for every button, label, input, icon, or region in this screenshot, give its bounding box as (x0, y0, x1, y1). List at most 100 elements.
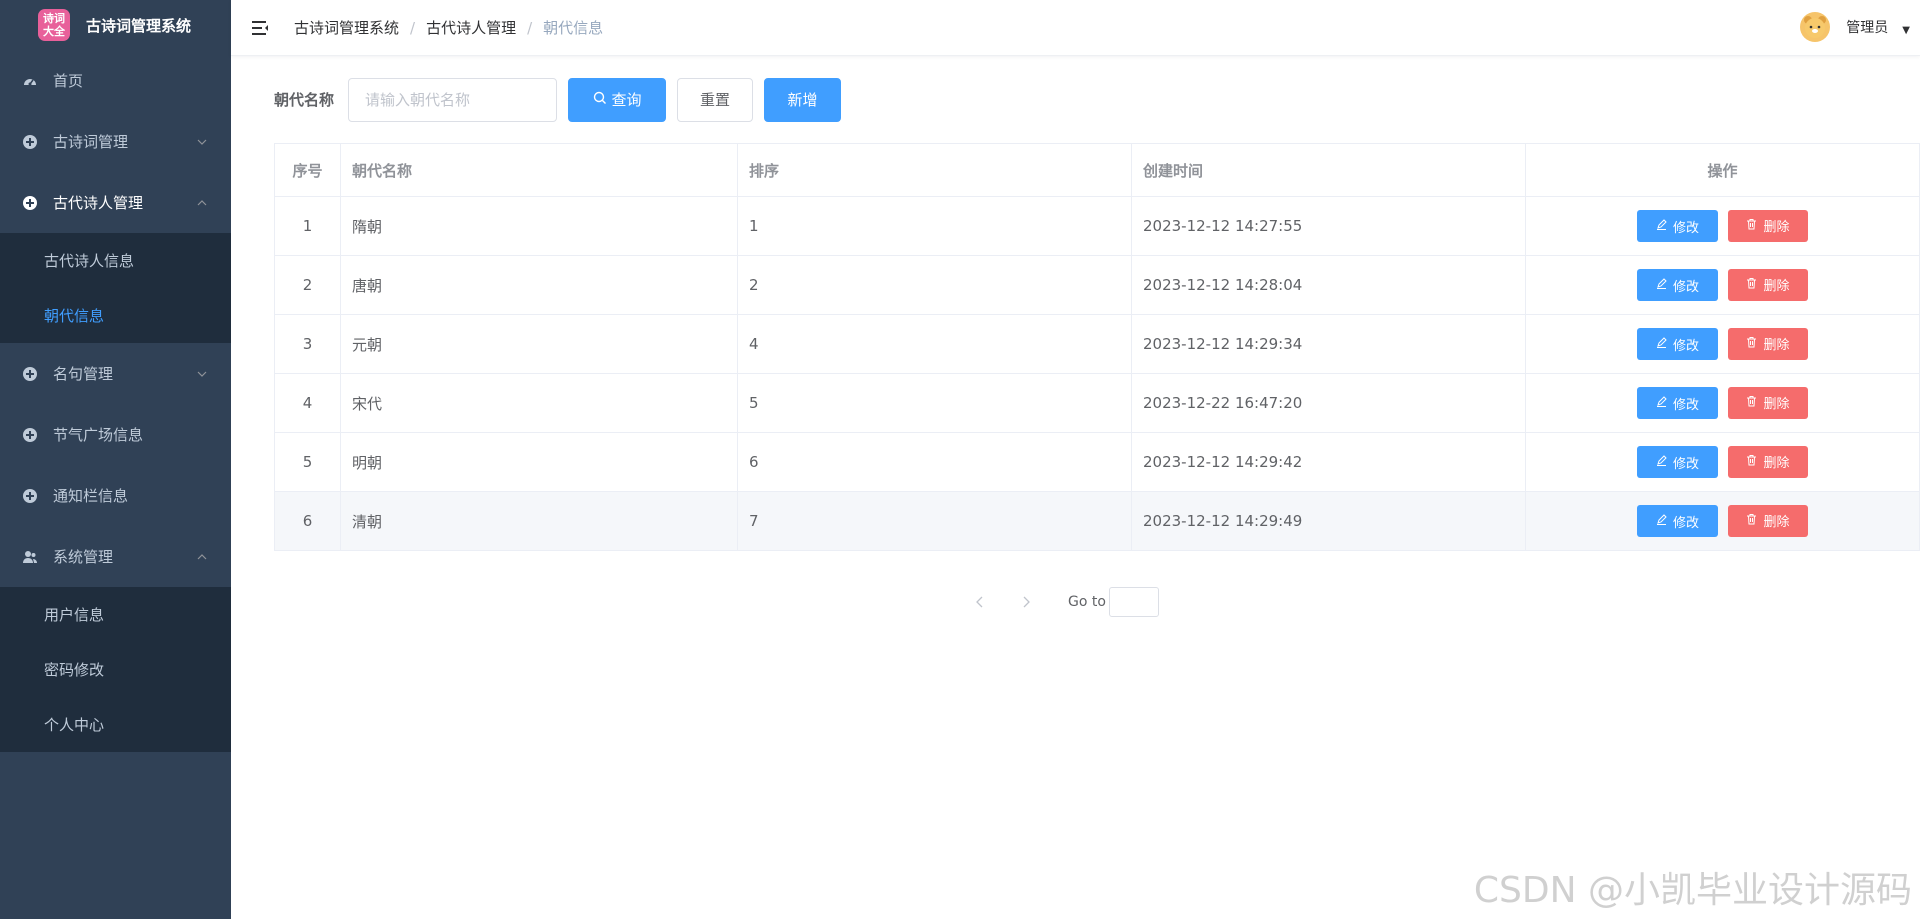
avatar[interactable] (1800, 12, 1831, 42)
dynasty-name-input[interactable] (348, 77, 558, 122)
sidebar-item-label: 通知栏信息 (53, 487, 129, 505)
caret-down-icon[interactable]: ▼ (1902, 25, 1910, 36)
edit-button-label: 修改 (1672, 338, 1699, 354)
edit-button[interactable]: 修改 (1637, 210, 1718, 243)
breadcrumb-item[interactable]: 古代诗人管理 (426, 17, 516, 38)
sidebar-item-label: 名句管理 (53, 365, 114, 383)
sidebar-item-password[interactable]: 密码修改 (0, 642, 231, 697)
circle-plus-icon (21, 194, 39, 212)
next-page-icon[interactable] (1011, 587, 1041, 617)
edit-button[interactable]: 修改 (1637, 505, 1718, 538)
cell-ops: 修改 删除 (1525, 373, 1920, 433)
sidebar-item-poets[interactable]: 古代诗人管理 (0, 172, 231, 233)
cell-sort: 2 (737, 255, 1132, 315)
breadcrumb-current: 朝代信息 (543, 19, 604, 37)
table-row: 5 明朝 6 2023-12-12 14:29:42 修改 删除 (274, 432, 1920, 492)
cell-ops: 修改 删除 (1525, 255, 1920, 315)
sidebar-item-solar-terms[interactable]: 节气广场信息 (0, 404, 231, 465)
submenu-system: 用户信息 密码修改 个人中心 (0, 587, 231, 752)
trash-icon (1746, 395, 1757, 410)
edit-icon (1656, 514, 1667, 528)
trash-icon (1746, 336, 1757, 351)
breadcrumb-item[interactable]: 古诗词管理系统 (294, 17, 399, 38)
sidebar-item-system[interactable]: 系统管理 (0, 526, 231, 587)
sidebar-item-users[interactable]: 用户信息 (0, 587, 231, 642)
dashboard-icon (21, 72, 39, 90)
sidebar-item-quotes[interactable]: 名句管理 (0, 343, 231, 404)
delete-button[interactable]: 删除 (1728, 327, 1808, 360)
user-dropdown[interactable]: 管理员 ▼ (1800, 12, 1910, 42)
query-button[interactable]: 查询 (568, 77, 667, 122)
sidebar-item-home[interactable]: 首页 (0, 50, 231, 111)
column-header-time: 创建时间 (1131, 143, 1526, 197)
circle-plus-icon (21, 133, 39, 151)
circle-plus-icon (21, 487, 39, 505)
table-row: 6 清朝 7 2023-12-12 14:29:49 修改 删除 (274, 491, 1920, 551)
edit-button[interactable]: 修改 (1637, 387, 1718, 420)
edit-icon (1656, 455, 1667, 469)
edit-icon (1656, 278, 1667, 292)
edit-button[interactable]: 修改 (1637, 446, 1718, 479)
main-content: 朝代名称 查询 重置 新增 序号 朝代名称 排序 创建时间 操作 1隋朝1202… (231, 56, 1920, 919)
dynasty-table: 序号 朝代名称 排序 创建时间 操作 1 隋朝 1 2023-12-12 14:27:… (274, 143, 1920, 551)
trash-icon (1746, 277, 1757, 292)
prev-page-icon[interactable] (965, 587, 995, 617)
delete-button[interactable]: 删除 (1728, 445, 1808, 478)
cell-no: 3 (274, 314, 341, 374)
cell-ops: 修改 删除 (1525, 491, 1920, 551)
submenu-poets: 古代诗人信息 朝代信息 (0, 233, 231, 343)
goto-page: Go to (1068, 587, 1159, 617)
search-label: 朝代名称 (274, 91, 335, 109)
edit-icon (1656, 337, 1667, 351)
edit-button-label: 修改 (1672, 515, 1699, 531)
app-logo: 诗词 大全 (38, 9, 70, 41)
sidebar-item-notices[interactable]: 通知栏信息 (0, 465, 231, 526)
cell-sort: 1 (737, 196, 1132, 256)
logo-area[interactable]: 诗词 大全 古诗词管理系统 (0, 0, 231, 50)
cell-time: 2023-12-12 14:28:04 (1131, 255, 1526, 315)
cell-ops: 修改 删除 (1525, 196, 1920, 256)
hamburger-icon[interactable] (250, 19, 270, 37)
sidebar: 诗词 大全 古诗词管理系统 首页 古诗词管理 古代诗人管理 古代诗人信息 朝代信… (0, 0, 231, 919)
sidebar-item-dynasty-info[interactable]: 朝代信息 (0, 288, 231, 343)
delete-button[interactable]: 删除 (1728, 209, 1808, 242)
cell-sort: 5 (737, 373, 1132, 433)
cell-no: 4 (274, 373, 341, 433)
sidebar-item-poet-info[interactable]: 古代诗人信息 (0, 233, 231, 288)
edit-button[interactable]: 修改 (1637, 328, 1718, 361)
sidebar-item-profile[interactable]: 个人中心 (0, 697, 231, 752)
add-button[interactable]: 新增 (764, 77, 842, 122)
cell-sort: 4 (737, 314, 1132, 374)
goto-page-input[interactable] (1108, 587, 1159, 617)
column-header-sort: 排序 (737, 143, 1132, 197)
delete-button-label: 删除 (1763, 397, 1790, 413)
cell-time: 2023-12-12 14:29:49 (1131, 491, 1526, 551)
goto-label: Go to (1068, 594, 1106, 610)
cell-time: 2023-12-12 14:27:55 (1131, 196, 1526, 256)
edit-button-label: 修改 (1672, 456, 1699, 472)
sidebar-item-poems[interactable]: 古诗词管理 (0, 111, 231, 172)
edit-button[interactable]: 修改 (1637, 269, 1718, 302)
cell-name: 清朝 (340, 491, 738, 551)
reset-button[interactable]: 重置 (677, 77, 754, 122)
table-row: 2 唐朝 2 2023-12-12 14:28:04 修改 删除 (274, 255, 1920, 315)
user-name[interactable]: 管理员 (1846, 17, 1888, 37)
cell-name: 明朝 (340, 432, 738, 492)
column-header-no: 序号 (274, 143, 341, 197)
delete-button[interactable]: 删除 (1728, 268, 1808, 301)
cell-no: 2 (274, 255, 341, 315)
delete-button-label: 删除 (1763, 515, 1790, 531)
logo-text-top: 诗词 (43, 12, 65, 25)
chevron-down-icon (196, 368, 208, 383)
add-button-label: 新增 (787, 91, 818, 109)
delete-button[interactable]: 删除 (1728, 504, 1808, 537)
watermark: CSDN @小凯毕业设计源码 (1473, 870, 1912, 911)
cell-no: 1 (274, 196, 341, 256)
column-header-name: 朝代名称 (340, 143, 738, 197)
delete-button-label: 删除 (1763, 220, 1790, 236)
delete-button[interactable]: 删除 (1728, 386, 1808, 419)
logo-text-bottom: 大全 (43, 25, 65, 38)
breadcrumb-separator: / (527, 18, 533, 37)
cell-time: 2023-12-12 14:29:42 (1131, 432, 1526, 492)
cell-no: 5 (274, 432, 341, 492)
